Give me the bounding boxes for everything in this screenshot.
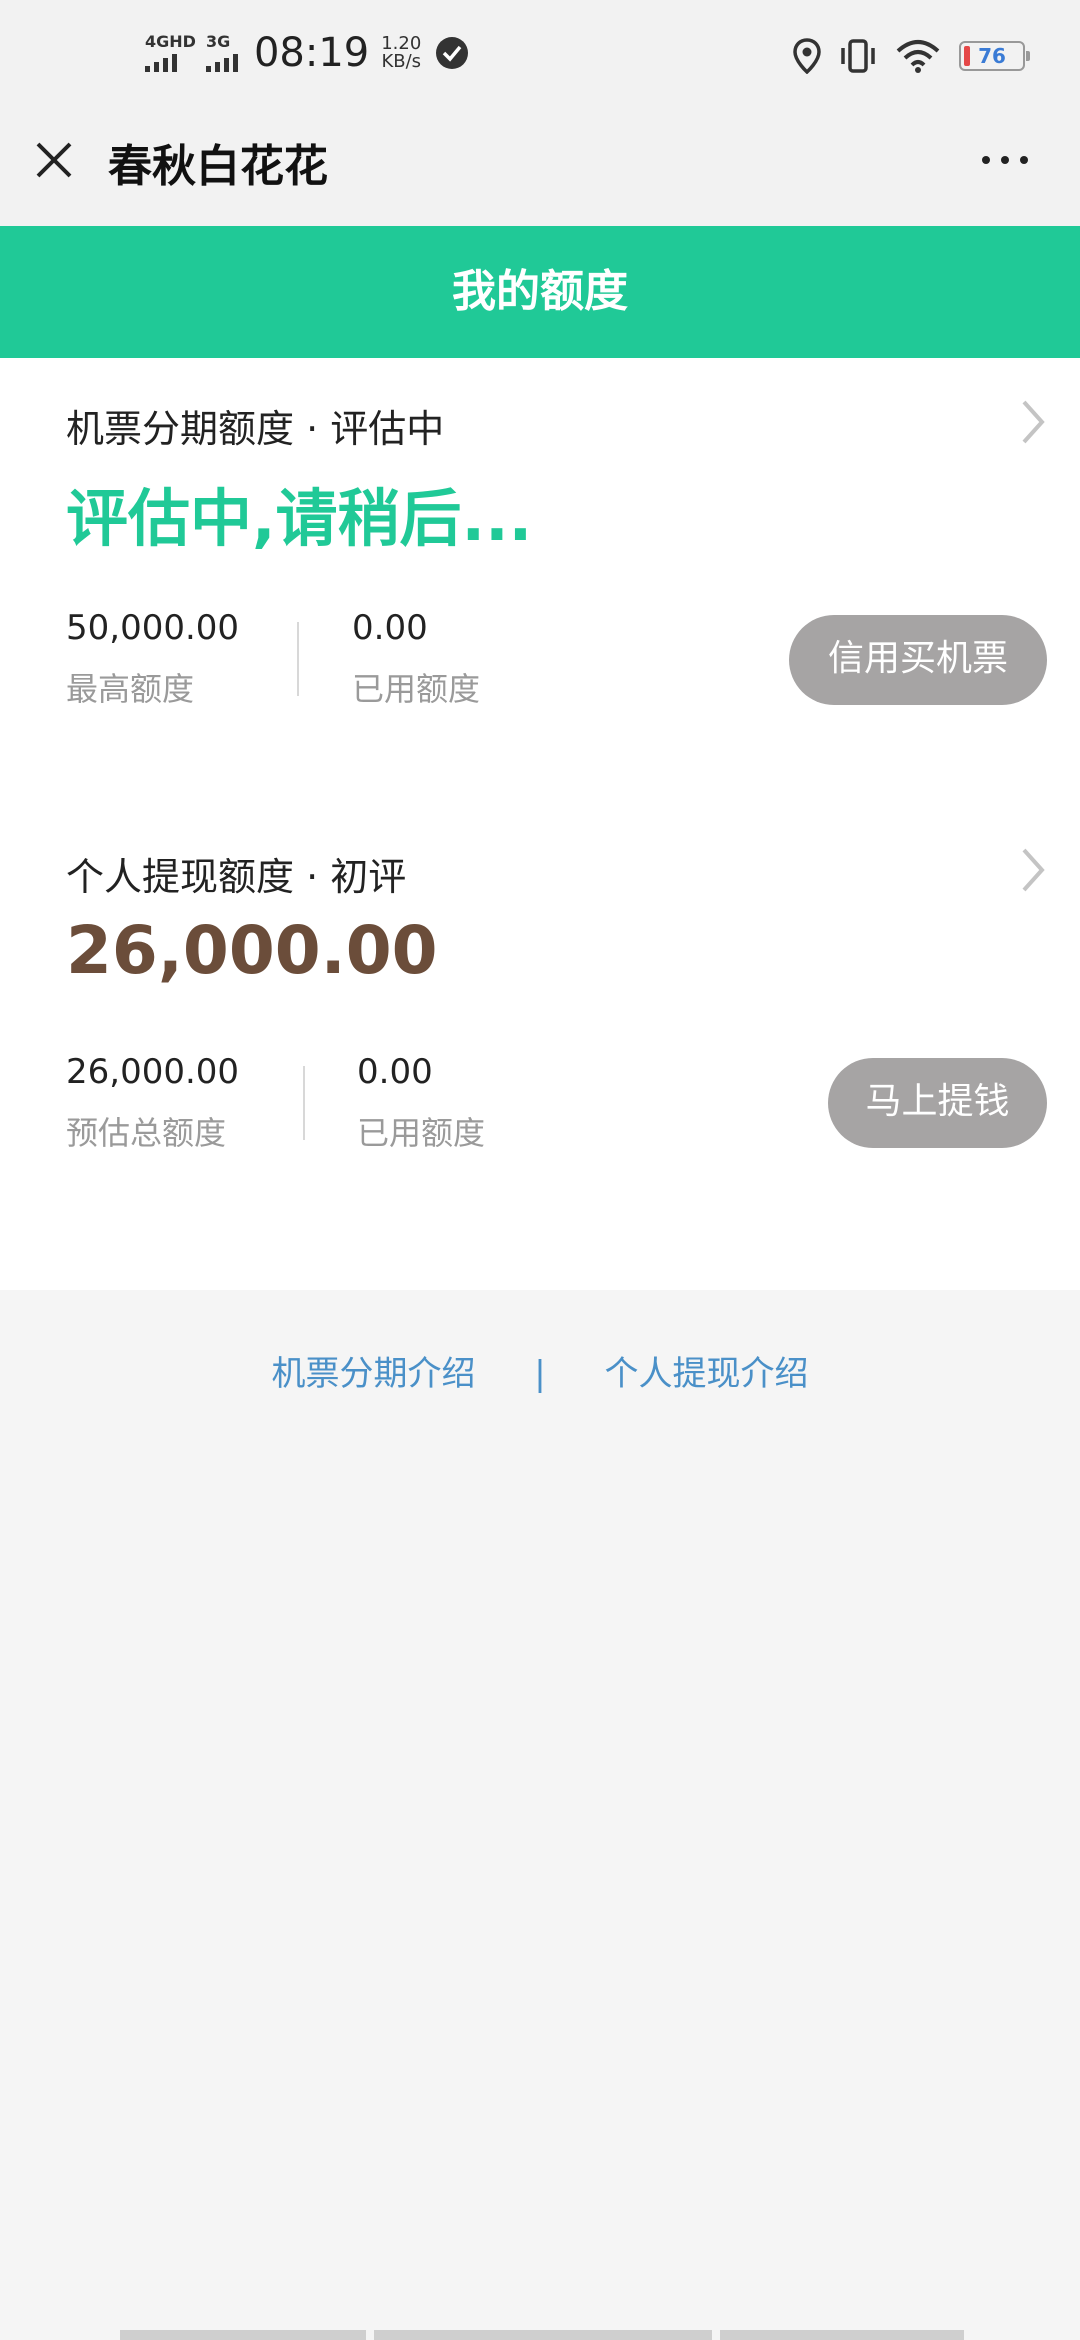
signal-4g: 4GHD [145, 34, 196, 72]
signal-bars-icon [145, 52, 196, 72]
max-credit-value: 50,000.00 [66, 608, 240, 648]
status-bar: 4GHD 3G 08:19 1.20 KB/s 76 [0, 0, 1080, 120]
cash-credit-section[interactable]: 个人提现额度 · 初评 26,000.00 26,000.00 预估总额度 0.… [0, 804, 1080, 1290]
divider [303, 1066, 305, 1140]
network-speed: 1.20 KB/s [381, 35, 421, 71]
wifi-icon [896, 40, 940, 73]
cash-used-value: 0.00 [357, 1052, 433, 1092]
credit-card: 机票分期额度 · 评估中 评估中,请稍后... 50,000.00 最高额度 0… [0, 358, 1080, 1290]
signal-3g: 3G [205, 32, 238, 72]
location-icon [793, 38, 821, 74]
flight-credit-section[interactable]: 机票分期额度 · 评估中 评估中,请稍后... 50,000.00 最高额度 0… [0, 358, 1080, 804]
cash-used-label: 已用额度 [357, 1114, 486, 1152]
signal-bars-icon [205, 52, 238, 72]
cash-withdraw-intro-link[interactable]: 个人提现介绍 [605, 1346, 809, 1395]
battery-icon: 76 [959, 41, 1030, 71]
network-label-3g: 3G [205, 32, 231, 51]
nav-bar: 春秋白花花 [0, 120, 1080, 226]
cash-credit-title: 个人提现额度 · 初评 [66, 855, 407, 899]
withdraw-now-button[interactable]: 马上提钱 [828, 1058, 1047, 1148]
chevron-right-icon[interactable] [1018, 398, 1048, 446]
more-icon[interactable] [982, 156, 1028, 164]
chevron-right-icon[interactable] [1018, 846, 1048, 894]
divider [297, 622, 299, 696]
flight-credit-status: 评估中,请稍后... [66, 482, 533, 555]
vibrate-icon [841, 39, 875, 73]
footer-links: 机票分期介绍 | 个人提现介绍 [0, 1346, 1080, 1395]
max-credit-label: 最高额度 [66, 670, 195, 708]
network-label-4g: 4GHD [145, 32, 196, 51]
cash-credit-amount: 26,000.00 [66, 912, 438, 989]
link-separator: | [534, 1354, 546, 1394]
clock: 08:19 [253, 30, 370, 76]
flight-installment-intro-link[interactable]: 机票分期介绍 [271, 1346, 475, 1395]
bottom-indicator [120, 2330, 964, 2340]
flight-credit-title: 机票分期额度 · 评估中 [66, 407, 445, 451]
total-credit-value: 26,000.00 [66, 1052, 240, 1092]
close-icon[interactable] [34, 140, 74, 180]
page-title: 春秋白花花 [108, 141, 328, 192]
total-credit-label: 预估总额度 [66, 1114, 227, 1152]
check-circle-icon [436, 37, 469, 69]
flight-used-value: 0.00 [352, 608, 428, 648]
status-left: 4GHD 3G 08:19 1.20 KB/s [145, 30, 469, 76]
header-banner: 我的额度 [0, 226, 1080, 358]
speed-unit: KB/s [381, 51, 422, 72]
flight-used-label: 已用额度 [352, 670, 481, 708]
battery-level: 76 [978, 44, 1006, 68]
status-right: 76 [793, 38, 1030, 74]
buy-ticket-button[interactable]: 信用买机票 [789, 615, 1047, 705]
